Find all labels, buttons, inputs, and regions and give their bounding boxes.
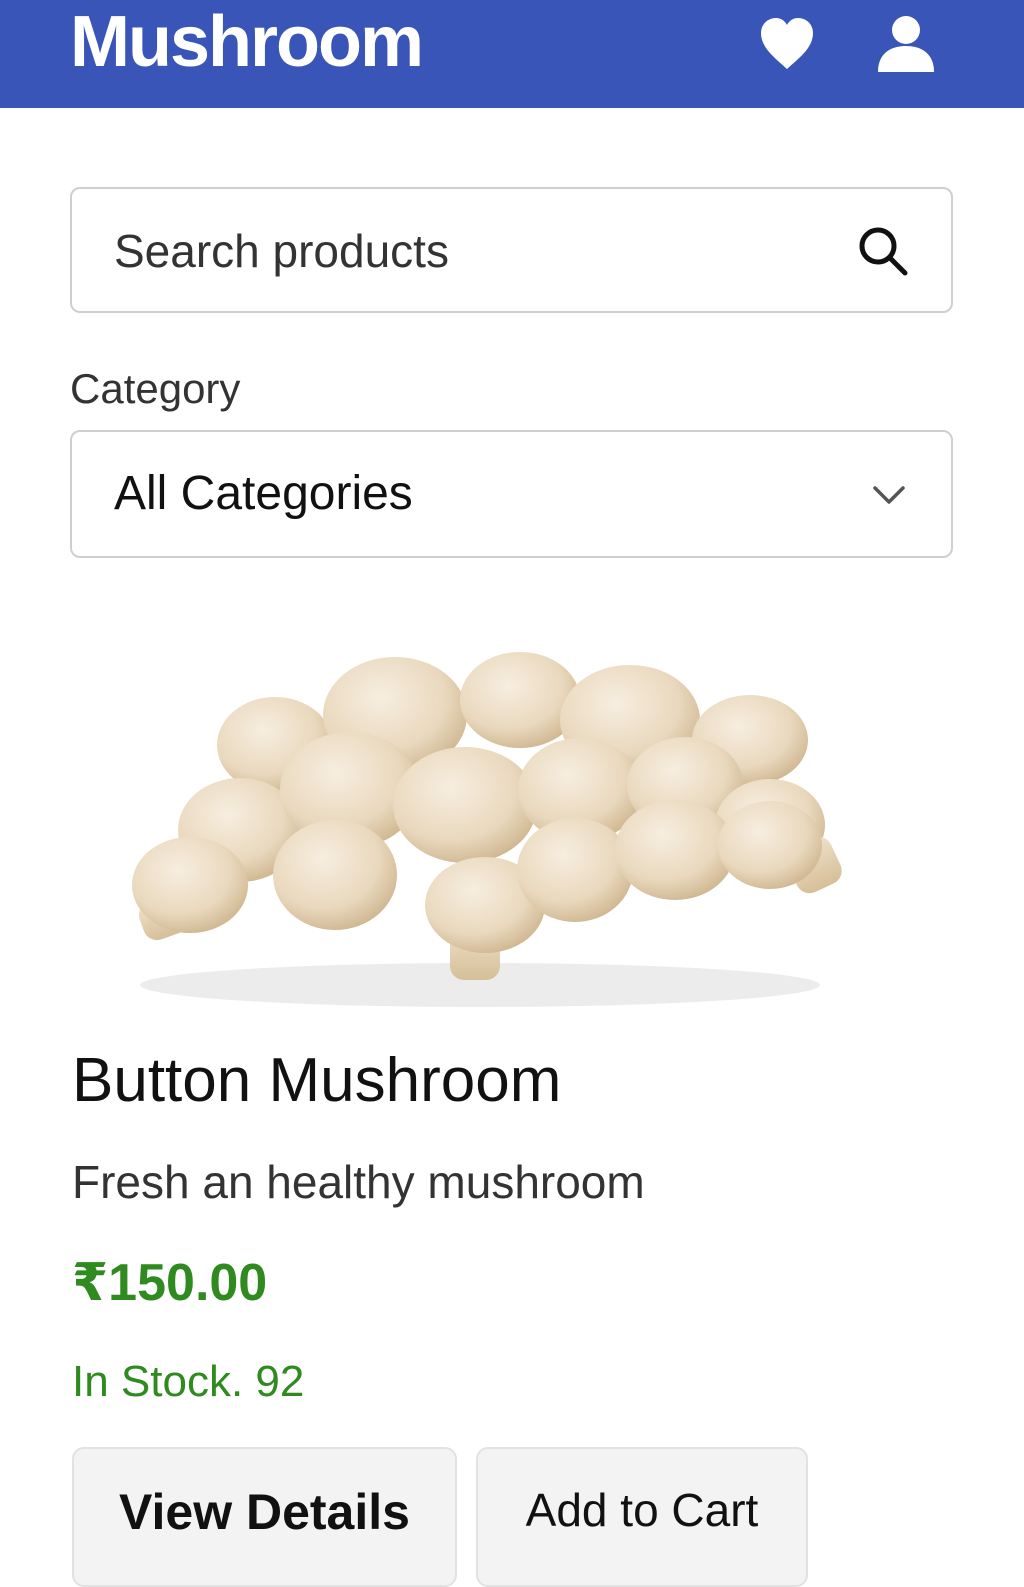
category-select[interactable]: All Categories <box>70 430 953 558</box>
app-header: Mushroom <box>0 0 1024 108</box>
search-input[interactable] <box>112 189 816 313</box>
product-name[interactable]: Button Mushroom <box>72 1045 561 1116</box>
category-label: Category <box>70 365 241 412</box>
search-bar <box>70 187 953 313</box>
add-to-cart-label: Add to Cart <box>525 1484 759 1536</box>
search-icon[interactable] <box>857 225 909 277</box>
heart-icon[interactable] <box>755 12 819 76</box>
view-details-button[interactable]: View Details <box>72 1447 457 1587</box>
view-details-label: View Details <box>119 1484 410 1540</box>
category-selected-value: All Categories <box>114 467 413 520</box>
add-to-cart-button[interactable]: Add to Cart <box>476 1447 808 1587</box>
product-price: ₹150.00 <box>72 1254 268 1312</box>
product-image[interactable] <box>110 640 850 1020</box>
brand-logo[interactable]: Mushroom <box>70 2 424 82</box>
stock-status: In Stock. 92 <box>72 1357 305 1406</box>
product-description: Fresh an healthy mushroom <box>72 1156 645 1208</box>
user-icon[interactable] <box>874 12 938 76</box>
chevron-down-icon <box>873 486 905 504</box>
